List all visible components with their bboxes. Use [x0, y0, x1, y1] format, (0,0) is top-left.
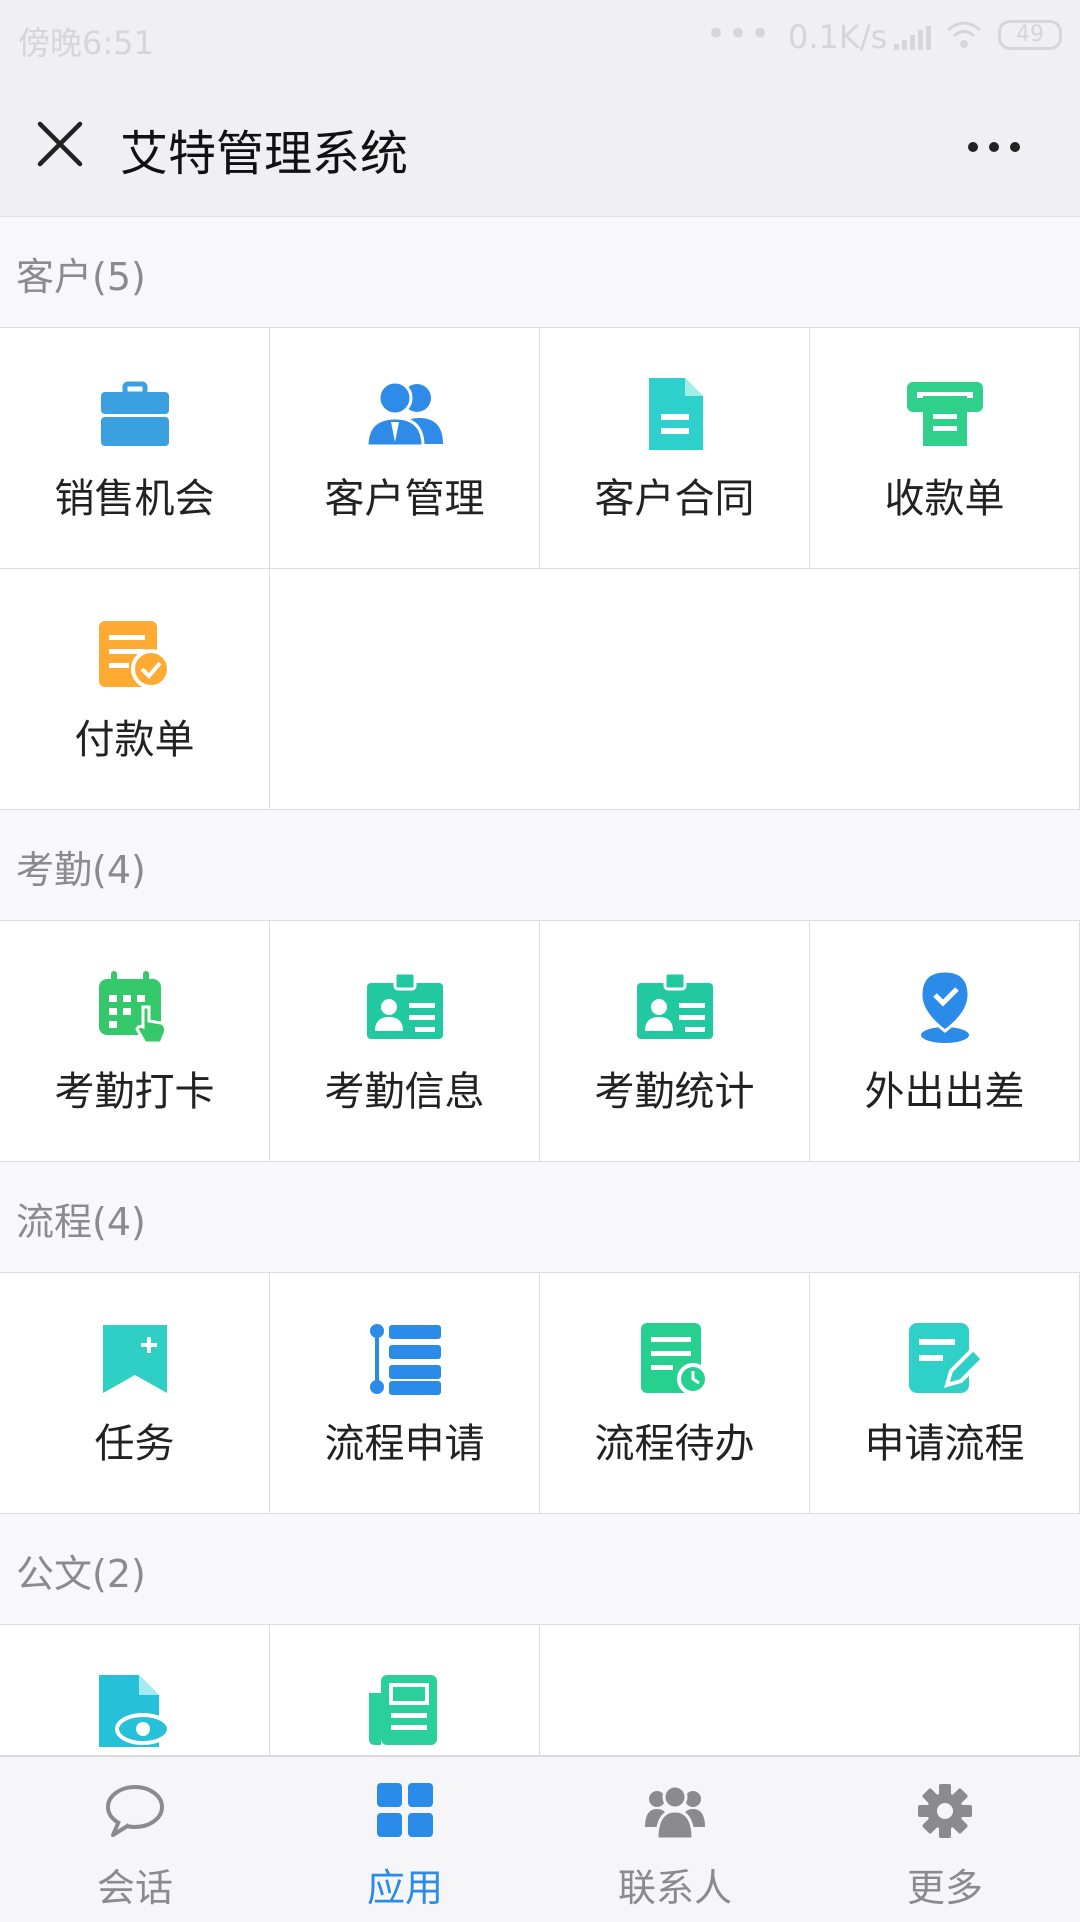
users-icon: [367, 380, 443, 448]
app-customer-contract[interactable]: 客户合同: [540, 328, 810, 569]
wifi-icon: [947, 21, 981, 48]
app-grid-workflow: 任务 流程申请 流程待办 申请流程: [0, 1272, 1080, 1514]
newspaper-icon: [369, 1675, 437, 1745]
app-label: 付款单: [74, 717, 195, 763]
tab-apps[interactable]: 应用: [270, 1757, 540, 1922]
app-customer-management[interactable]: 客户管理: [270, 328, 540, 569]
app-label: 流程申请: [324, 1421, 485, 1467]
gear-icon: [918, 1784, 972, 1838]
tab-contacts[interactable]: 联系人: [540, 1757, 810, 1922]
payment-check-icon: [99, 621, 171, 689]
section-header-attendance: 考勤(4): [16, 848, 146, 892]
tab-label: 应用: [366, 1866, 443, 1910]
section-header-workflow: 流程(4): [16, 1200, 146, 1244]
title-bar: 艾特管理系统: [0, 76, 1080, 217]
calendar-tap-icon: [99, 971, 167, 1045]
briefcase-icon: [101, 381, 169, 446]
close-icon[interactable]: [36, 120, 84, 168]
app-document-view[interactable]: [0, 1625, 270, 1755]
apps-grid-icon: [377, 1783, 433, 1837]
app-task[interactable]: 任务: [0, 1273, 270, 1514]
app-receipt[interactable]: 收款单: [810, 328, 1080, 569]
app-apply-workflow[interactable]: 申请流程: [810, 1273, 1080, 1514]
tab-more[interactable]: 更多: [810, 1757, 1080, 1922]
app-label: 客户合同: [594, 476, 755, 522]
tab-chat[interactable]: 会话: [0, 1757, 270, 1922]
doc-edit-icon: [909, 1323, 983, 1393]
location-pin-icon: [919, 969, 971, 1043]
app-grid-attendance: 考勤打卡 考勤信息 考勤统计 外出出差: [0, 920, 1080, 1162]
section-header-documents: 公文(2): [16, 1552, 146, 1596]
list-icon: [370, 1324, 441, 1395]
bookmark-add-icon: [103, 1325, 167, 1393]
app-business-trip[interactable]: 外出出差: [810, 921, 1080, 1162]
bottom-tab-bar: 会话 应用 联系人 更多: [0, 1755, 1080, 1922]
contacts-icon: [645, 1784, 705, 1839]
app-list[interactable]: 客户(5) 销售机会 客户管理 客户合同 收款单 付款单 考勤(4) 考勤打卡 …: [0, 217, 1080, 1755]
app-grid-documents: [0, 1624, 1080, 1755]
id-card-icon: [637, 971, 713, 1039]
status-bar: 傍晚6:51 ••• 0.1K/s 49: [0, 0, 1080, 76]
doc-eye-icon: [99, 1675, 171, 1747]
app-official-document[interactable]: [270, 1625, 540, 1755]
app-label: 任务: [94, 1421, 175, 1467]
app-attendance-info[interactable]: 考勤信息: [270, 921, 540, 1162]
tab-label: 更多: [906, 1866, 983, 1910]
app-attendance-clock-in[interactable]: 考勤打卡: [0, 921, 270, 1162]
tab-label: 联系人: [617, 1866, 732, 1910]
app-label: 申请流程: [864, 1421, 1025, 1467]
app-workflow-apply[interactable]: 流程申请: [270, 1273, 540, 1514]
app-label: 外出出差: [864, 1069, 1025, 1115]
app-label: 收款单: [884, 476, 1005, 522]
section-header-customers: 客户(5): [16, 255, 146, 299]
doc-clock-icon: [641, 1323, 709, 1395]
document-icon: [649, 378, 703, 450]
app-payment[interactable]: 付款单: [0, 569, 270, 810]
status-dots: •••: [706, 14, 773, 54]
network-speed: 0.1K/s: [788, 18, 888, 56]
chat-icon: [106, 1785, 164, 1837]
page-title: 艾特管理系统: [120, 126, 409, 182]
app-workflow-todo[interactable]: 流程待办: [540, 1273, 810, 1514]
app-label: 客户管理: [324, 476, 485, 522]
battery-icon: 49: [998, 20, 1062, 50]
id-card-icon: [367, 971, 443, 1039]
app-label: 销售机会: [54, 476, 215, 522]
tab-label: 会话: [96, 1866, 173, 1910]
grid-empty-space: [270, 569, 1080, 810]
app-label: 考勤统计: [594, 1069, 755, 1115]
app-grid-customers: 销售机会 客户管理 客户合同 收款单 付款单: [0, 327, 1080, 810]
app-label: 流程待办: [594, 1421, 755, 1467]
app-label: 考勤打卡: [54, 1069, 215, 1115]
status-time: 傍晚6:51: [18, 24, 154, 62]
app-label: 考勤信息: [324, 1069, 485, 1115]
signal-icon: [894, 26, 931, 50]
receipt-icon: [907, 382, 983, 446]
app-sales-opportunity[interactable]: 销售机会: [0, 328, 270, 569]
app-attendance-stats[interactable]: 考勤统计: [540, 921, 810, 1162]
grid-empty-space: [540, 1625, 1080, 1755]
more-icon[interactable]: [966, 140, 1022, 154]
